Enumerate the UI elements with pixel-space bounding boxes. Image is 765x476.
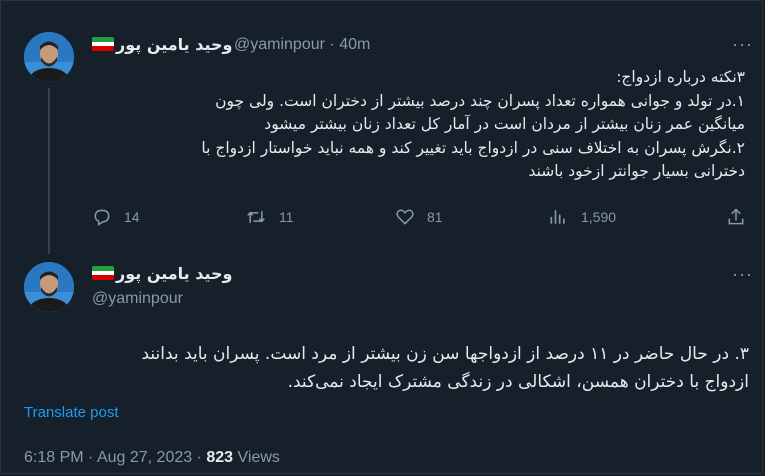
repost-icon <box>247 211 265 223</box>
thread-line <box>48 88 50 254</box>
post-metadata: 6:18 PM · Aug 27, 2023 · 823 Views <box>24 449 280 466</box>
post-text: ۳. در حال حاضر در ۱۱ درصد از ازدواجها سن… <box>141 344 750 392</box>
more-options-icon[interactable]: ··· <box>732 264 753 285</box>
more-options-icon[interactable]: ··· <box>732 34 753 55</box>
like-count: 81 <box>427 209 443 225</box>
handle[interactable]: @yaminpour <box>92 290 183 308</box>
post-text: ۳نکته درباره ازدواج: ۱.در تولد و جوانی ه… <box>201 68 745 180</box>
share-button[interactable] <box>726 206 758 228</box>
views-count: 1,590 <box>581 209 617 225</box>
like-icon <box>396 209 414 225</box>
repost-count: 11 <box>279 209 294 225</box>
iran-flag-icon <box>92 266 114 280</box>
share-icon <box>728 208 744 225</box>
avatar[interactable] <box>24 262 74 312</box>
post-time[interactable]: 6:18 PM <box>24 449 84 466</box>
display-name[interactable]: وحید یامین پور <box>116 264 233 283</box>
views-label: Views <box>237 449 280 466</box>
views-count: 823 <box>206 449 234 466</box>
repost-button[interactable]: 11 <box>245 206 294 228</box>
reply-count: 14 <box>124 209 140 225</box>
handle[interactable]: @yaminpour · 40m <box>234 36 370 54</box>
iran-flag-icon <box>92 37 114 51</box>
reply-button[interactable]: 14 <box>92 206 140 228</box>
translate-post-link[interactable]: Translate post <box>24 404 119 421</box>
reply-icon <box>94 209 110 226</box>
post-time: 40m <box>339 36 371 53</box>
views-button[interactable]: 1,590 <box>547 206 616 228</box>
views-icon <box>550 210 565 224</box>
post-date[interactable]: Aug 27, 2023 <box>97 449 192 466</box>
like-button[interactable]: 81 <box>395 206 443 228</box>
display-name[interactable]: وحید یامین پور <box>116 35 233 54</box>
